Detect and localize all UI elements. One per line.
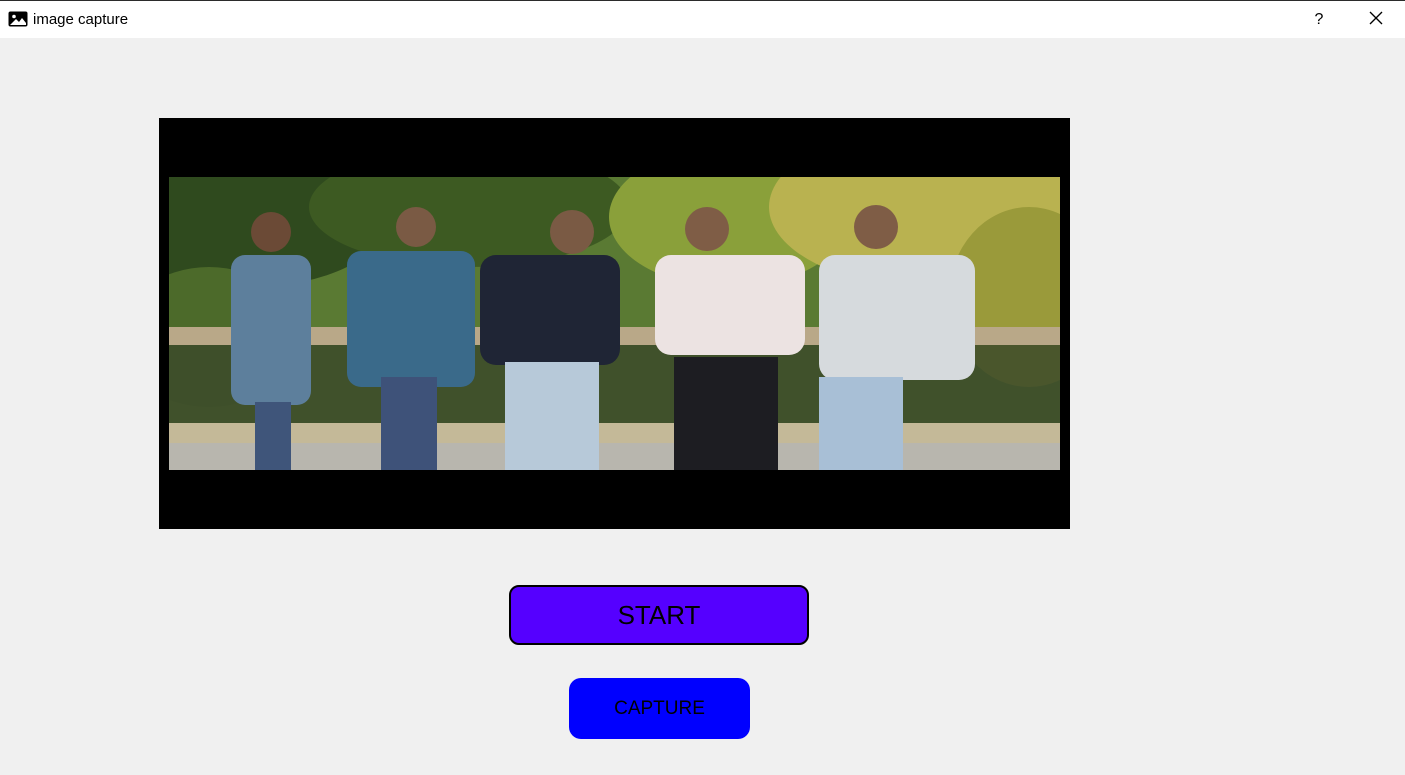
app-window: image capture ? START CAPTURE xyxy=(0,0,1405,775)
close-button[interactable] xyxy=(1356,2,1396,38)
image-icon xyxy=(8,11,28,27)
title-bar[interactable]: image capture ? xyxy=(0,0,1405,38)
capture-button[interactable]: CAPTURE xyxy=(569,678,750,739)
window-title: image capture xyxy=(33,11,129,28)
camera-preview xyxy=(159,118,1070,529)
help-button[interactable]: ? xyxy=(1300,2,1338,38)
close-icon xyxy=(1369,11,1383,30)
start-button[interactable]: START xyxy=(509,585,809,645)
captured-photo xyxy=(169,177,1060,470)
